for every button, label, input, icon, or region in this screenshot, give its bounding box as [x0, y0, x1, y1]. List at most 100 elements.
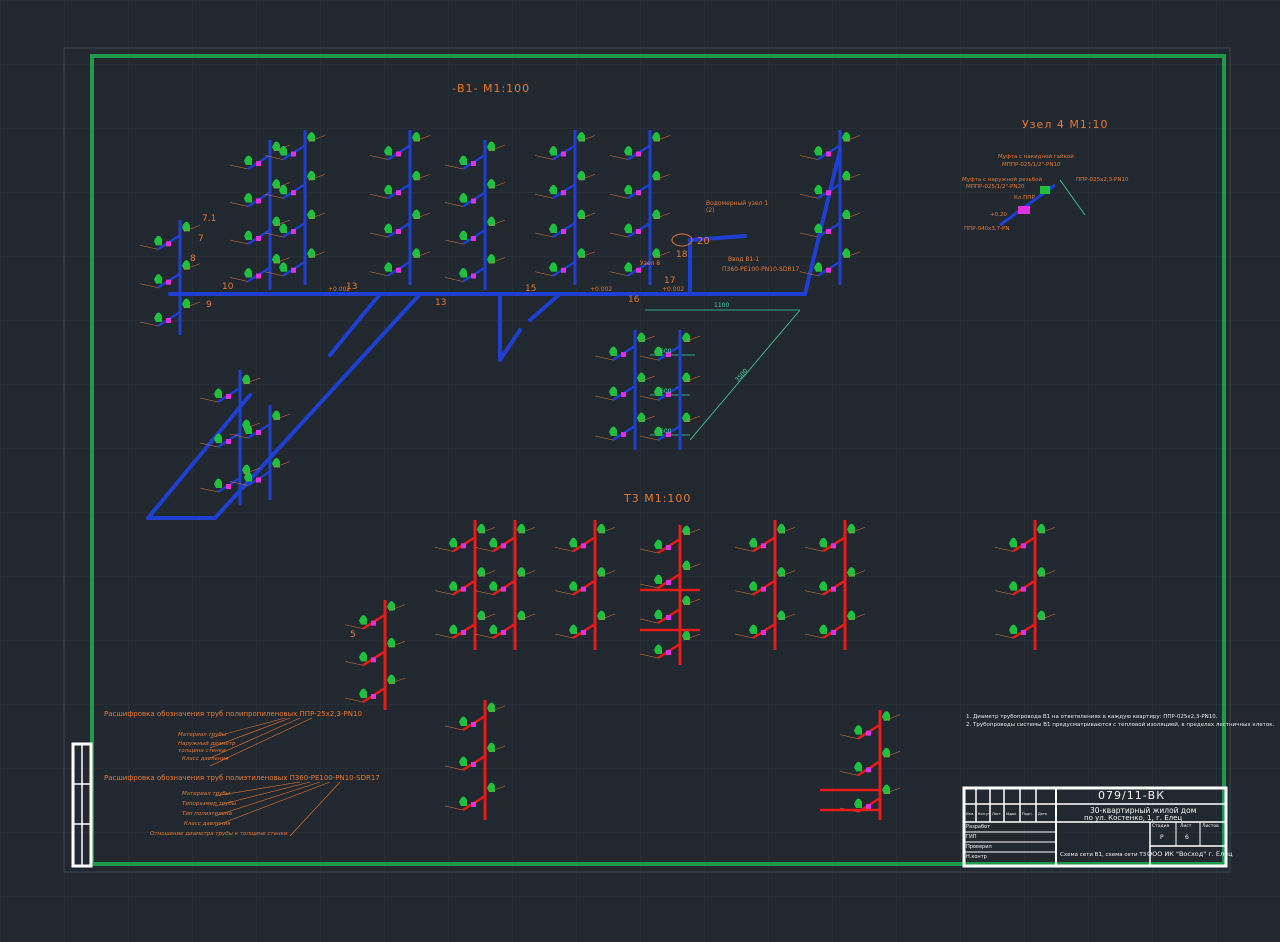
water-meter-number: 20 [697, 236, 710, 247]
node4-callout: ППР-040х3,7-PN [964, 226, 1010, 232]
valve-icon[interactable] [471, 161, 476, 166]
t3-scheme-title: Т3 М1:100 [624, 492, 692, 505]
valve-icon[interactable] [471, 722, 476, 727]
valve-icon[interactable] [371, 620, 376, 626]
elevation-label: +0.002 [590, 286, 613, 293]
valve-icon[interactable] [561, 267, 566, 273]
valve-icon[interactable] [166, 318, 171, 323]
valve-icon[interactable] [561, 151, 566, 157]
valve-icon[interactable] [666, 615, 671, 620]
stage-value: Р [1160, 834, 1164, 841]
valve-icon[interactable] [256, 477, 261, 483]
node4-callout: Муфта с накидной гайкой [998, 154, 1074, 160]
dimension-text: 600 [660, 388, 672, 395]
legend-pe-item: Класс давления [184, 821, 231, 827]
valve-icon[interactable] [831, 630, 836, 635]
title-row: Разработ [966, 824, 991, 830]
node-number: 16 [628, 295, 640, 305]
valve-icon[interactable] [1021, 630, 1026, 635]
valve-icon[interactable] [636, 229, 641, 234]
valve-icon[interactable] [866, 730, 871, 736]
valve-icon[interactable] [471, 762, 476, 767]
valve-icon[interactable] [666, 650, 671, 655]
valve-icon[interactable] [761, 630, 766, 635]
valve-icon[interactable] [396, 151, 401, 157]
dimension-text: 600 [660, 348, 672, 355]
valve-icon[interactable] [561, 190, 566, 196]
node4-title: Узел 4 М1:10 [1022, 118, 1109, 131]
node-number: 15 [525, 284, 537, 294]
valve-icon[interactable] [826, 267, 831, 273]
valve-icon[interactable] [461, 543, 466, 549]
valve-icon[interactable] [1021, 543, 1026, 549]
valve-icon[interactable] [581, 586, 586, 592]
title-row: ГИП [966, 834, 977, 840]
valve-icon[interactable] [291, 267, 296, 273]
sheets-header: Листов [1202, 824, 1219, 829]
elevation-label: +0.002 [662, 286, 685, 293]
valve-icon[interactable] [621, 392, 626, 397]
valve-icon[interactable] [826, 229, 831, 234]
valve-icon[interactable] [371, 694, 376, 699]
valve-icon[interactable] [866, 804, 871, 809]
valve-icon[interactable] [621, 432, 626, 437]
valve-icon[interactable] [761, 543, 766, 549]
valve-icon[interactable] [291, 151, 296, 157]
valve-icon[interactable] [461, 630, 466, 635]
valve-icon[interactable] [501, 630, 506, 635]
legend-ppr-item: Материал трубы [178, 732, 227, 738]
valve-icon[interactable] [501, 586, 506, 592]
legend-ppr-item: Класс давления [182, 756, 229, 762]
legend-pe-item: Материал трубы [182, 791, 231, 797]
valve-icon[interactable] [371, 657, 376, 663]
node-number: 13 [346, 282, 358, 292]
valve-icon[interactable] [501, 543, 506, 549]
node4-callout: Кл.ППР [1014, 195, 1035, 201]
valve-icon[interactable] [761, 586, 766, 592]
valve-icon[interactable] [826, 190, 831, 196]
valve-icon[interactable] [866, 767, 871, 773]
valve-icon[interactable] [461, 586, 466, 592]
grid-head: Подп. [1022, 812, 1033, 816]
grid-head: №док [1006, 812, 1017, 816]
valve-icon[interactable] [256, 198, 261, 204]
valve-icon[interactable] [256, 161, 261, 166]
valve-icon[interactable] [166, 241, 171, 247]
valve-icon[interactable] [636, 151, 641, 157]
legend-pe-item: Тип полиэтилена [182, 811, 232, 817]
valve-icon[interactable] [396, 190, 401, 196]
valve-icon[interactable] [256, 236, 261, 241]
valve-icon[interactable] [396, 229, 401, 234]
grid-head: Изм. [966, 812, 975, 816]
valve-icon[interactable] [666, 580, 671, 585]
valve-icon[interactable] [581, 543, 586, 549]
valve-icon[interactable] [471, 273, 476, 279]
sheet-title: Схема сети В1, схема сети Т3 [1060, 852, 1147, 858]
legend-pe-item: Типоразмер трубы [182, 801, 237, 807]
valve-icon[interactable] [226, 394, 231, 399]
valve-icon[interactable] [291, 229, 296, 234]
valve-icon[interactable] [561, 229, 566, 234]
valve-icon[interactable] [621, 352, 626, 357]
valve-icon[interactable] [256, 430, 261, 435]
legend-ppr-item: Наружный диаметр [178, 741, 236, 747]
valve-icon[interactable] [1021, 586, 1026, 592]
valve-icon[interactable] [226, 439, 231, 444]
valve-icon[interactable] [471, 802, 476, 807]
valve-icon[interactable] [831, 586, 836, 592]
valve-icon[interactable] [396, 267, 401, 273]
stage-header: Стадия [1152, 824, 1170, 829]
valve-icon[interactable] [636, 190, 641, 196]
valve-icon[interactable] [256, 273, 261, 279]
valve-icon[interactable] [291, 190, 296, 196]
valve-icon[interactable] [166, 279, 171, 285]
drawing-code: 079/11-ВК [1098, 789, 1166, 802]
valve-icon[interactable] [471, 236, 476, 241]
valve-icon[interactable] [831, 543, 836, 549]
valve-icon[interactable] [226, 484, 231, 489]
valve-icon[interactable] [666, 545, 671, 550]
valve-icon[interactable] [636, 267, 641, 273]
valve-icon[interactable] [826, 151, 831, 157]
valve-icon[interactable] [471, 198, 476, 204]
valve-icon[interactable] [581, 630, 586, 635]
